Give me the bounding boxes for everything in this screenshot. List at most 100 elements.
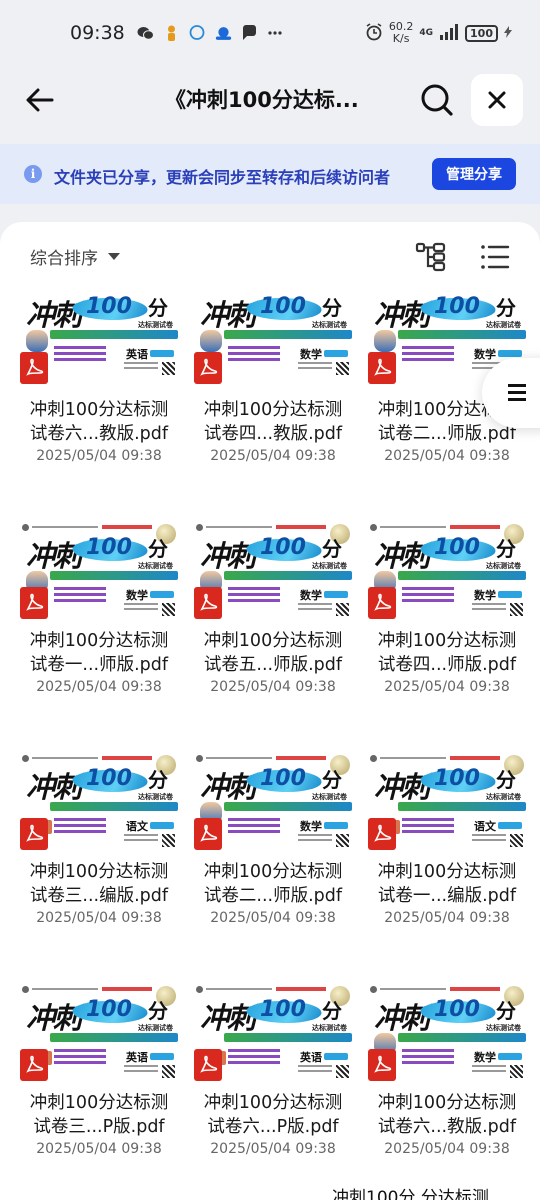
cover-band bbox=[50, 802, 178, 811]
cover-title: 冲刺 bbox=[374, 298, 430, 332]
qr-code-icon bbox=[162, 603, 175, 616]
manage-share-button[interactable]: 管理分享 bbox=[432, 158, 516, 190]
pdf-icon bbox=[20, 352, 48, 384]
cover-band bbox=[398, 571, 526, 580]
cover-bullets bbox=[402, 346, 462, 364]
cover-bullets bbox=[402, 1049, 462, 1067]
file-thumbnail: 冲刺 100 分 达标测试卷 数学 bbox=[194, 290, 352, 388]
share-banner-text: 文件夹已分享，更新会同步至转存和后续访问者 bbox=[54, 168, 391, 187]
file-thumbnail: 冲刺 100 分 达标测试卷 英语 bbox=[20, 983, 178, 1081]
cover-bullets bbox=[54, 346, 114, 364]
cover-bullets bbox=[54, 587, 114, 605]
pdf-icon bbox=[20, 818, 48, 850]
file-date: 2025/05/04 09:38 bbox=[384, 679, 510, 695]
network-type: 4G bbox=[419, 28, 434, 38]
sort-dropdown[interactable]: 综合排序 bbox=[30, 244, 120, 269]
message-icon bbox=[241, 25, 258, 42]
file-item[interactable]: 冲刺 100 分 达标测试卷 英语 冲刺100分达标测 试卷六...教版.pdf… bbox=[12, 290, 186, 470]
file-item[interactable]: 冲刺 100 分 达标测试卷 英语 冲刺100分达标测 试卷三...P版.pdf… bbox=[12, 983, 186, 1163]
file-item[interactable]: 冲刺 100 分 达标测试卷 语文 冲刺100分达标测 试卷三...编版.pdf… bbox=[12, 752, 186, 932]
cover-header bbox=[368, 752, 526, 764]
cover-title: 冲刺 bbox=[26, 298, 82, 332]
pdf-icon bbox=[194, 1049, 222, 1081]
cover-hundred: 100 bbox=[434, 535, 480, 560]
cover-grade-tag bbox=[498, 822, 522, 829]
cover-hundred: 100 bbox=[86, 294, 132, 319]
file-item[interactable]: 冲刺 100 分 达标测试卷 数学 冲刺100分达标测 试卷四...教版.pdf… bbox=[186, 290, 360, 470]
qr-code-icon bbox=[510, 603, 523, 616]
file-date: 2025/05/04 09:38 bbox=[384, 910, 510, 926]
cover-header bbox=[194, 752, 352, 764]
file-item[interactable]: 冲刺 100 分 达标测试卷 数学 冲刺100分达标测 试卷四...师版.pdf… bbox=[360, 521, 534, 701]
cover-publisher bbox=[124, 603, 158, 613]
cover-hundred: 100 bbox=[260, 766, 306, 791]
file-date: 2025/05/04 09:38 bbox=[36, 448, 162, 464]
cover-hundred: 100 bbox=[260, 294, 306, 319]
cover-publisher bbox=[298, 362, 332, 372]
cover-grade-tag bbox=[324, 591, 348, 598]
cover-fen: 分 bbox=[496, 296, 516, 320]
file-name: 冲刺100分达标测 试卷五...师版.pdf bbox=[203, 631, 343, 675]
file-item[interactable]: 冲刺 100 分 达标测试卷 英语 冲刺100分达标测 试卷六...P版.pdf… bbox=[186, 983, 360, 1163]
menu-line bbox=[508, 391, 526, 394]
tree-view-button[interactable] bbox=[414, 240, 448, 274]
cover-bullets bbox=[228, 346, 288, 364]
file-name: 冲刺100分达标测 试卷四...师版.pdf bbox=[377, 631, 517, 675]
file-name: 冲刺100分达标测 试卷二...师版.pdf bbox=[203, 862, 343, 906]
cover-subject: 数学 bbox=[300, 589, 322, 602]
cover-grade-tag bbox=[150, 591, 174, 598]
cover-fen: 分 bbox=[148, 999, 168, 1023]
cover-grade-tag bbox=[324, 822, 348, 829]
cover-subject: 数学 bbox=[474, 1051, 496, 1064]
student-illustration bbox=[200, 330, 222, 352]
cover-subject: 语文 bbox=[474, 820, 496, 833]
search-button[interactable] bbox=[417, 80, 457, 120]
pdf-icon bbox=[194, 587, 222, 619]
cover-bullets bbox=[228, 1049, 288, 1067]
cover-bullets bbox=[228, 587, 288, 605]
system-status: 60.2 K/s 4G 100 bbox=[365, 21, 512, 45]
file-item[interactable]: 冲刺 100 分 达标测试卷 数学 冲刺100分达标测 试卷五...师版.pdf… bbox=[186, 521, 360, 701]
cover-subtitle: 达标测试卷 bbox=[138, 562, 173, 570]
file-item[interactable]: 冲刺 100 分 达标测试卷 数学 冲刺100分达标测 试卷二...师版.pdf… bbox=[186, 752, 360, 932]
file-item[interactable]: 冲刺 100 分 达标测试卷 数学 冲刺100分达标测 试卷六...教版.pdf… bbox=[360, 983, 534, 1163]
cover-publisher bbox=[298, 1065, 332, 1075]
cover-publisher bbox=[472, 603, 506, 613]
cover-grade-tag bbox=[498, 591, 522, 598]
file-date: 2025/05/04 09:38 bbox=[36, 679, 162, 695]
file-item[interactable]: 冲刺 100 分 达标测试卷 语文 冲刺100分达标测 试卷一...编版.pdf… bbox=[360, 752, 534, 932]
file-name: 冲刺100分达标测 试卷四...教版.pdf bbox=[203, 400, 343, 444]
notification-icons bbox=[137, 25, 284, 42]
cover-bullets bbox=[54, 1049, 114, 1067]
share-banner: i 文件夹已分享，更新会同步至转存和后续访问者 管理分享 bbox=[0, 144, 540, 204]
cover-band bbox=[50, 330, 178, 339]
back-button[interactable] bbox=[22, 82, 58, 118]
cover-subtitle: 达标测试卷 bbox=[486, 1024, 521, 1032]
cover-publisher bbox=[472, 1065, 506, 1075]
search-icon bbox=[421, 84, 453, 116]
speed-unit: K/s bbox=[392, 32, 410, 45]
cover-grade-tag bbox=[324, 1053, 348, 1060]
battery-indicator: 100 bbox=[465, 24, 498, 42]
cover-grade-tag bbox=[498, 1053, 522, 1060]
cover-band bbox=[50, 571, 178, 580]
cover-header bbox=[368, 521, 526, 533]
cloud-app-icon bbox=[215, 25, 232, 42]
cover-band bbox=[398, 330, 526, 339]
file-date: 2025/05/04 09:38 bbox=[210, 910, 336, 926]
cover-header bbox=[194, 521, 352, 533]
student-illustration bbox=[26, 330, 48, 352]
file-item[interactable]: 冲刺 100 分 达标测试卷 数学 冲刺100分达标测 试卷一...师版.pdf… bbox=[12, 521, 186, 701]
file-name: 冲刺100分达标测 试卷六...教版.pdf bbox=[29, 400, 169, 444]
cover-title: 冲刺 bbox=[200, 770, 256, 804]
file-thumbnail: 冲刺 100 分 达标测试卷 英语 bbox=[194, 983, 352, 1081]
cover-subject: 数学 bbox=[474, 589, 496, 602]
file-name: 冲刺100分达标测 试卷六...P版.pdf bbox=[203, 1093, 343, 1137]
tree-structure-icon bbox=[415, 242, 446, 272]
floating-peek-text: 冲刺100分 分达标测 bbox=[332, 1188, 489, 1200]
close-button[interactable] bbox=[471, 74, 523, 126]
list-view-button[interactable] bbox=[478, 240, 512, 274]
cover-subtitle: 达标测试卷 bbox=[312, 321, 347, 329]
pdf-icon bbox=[368, 818, 396, 850]
qr-code-icon bbox=[510, 1065, 523, 1078]
